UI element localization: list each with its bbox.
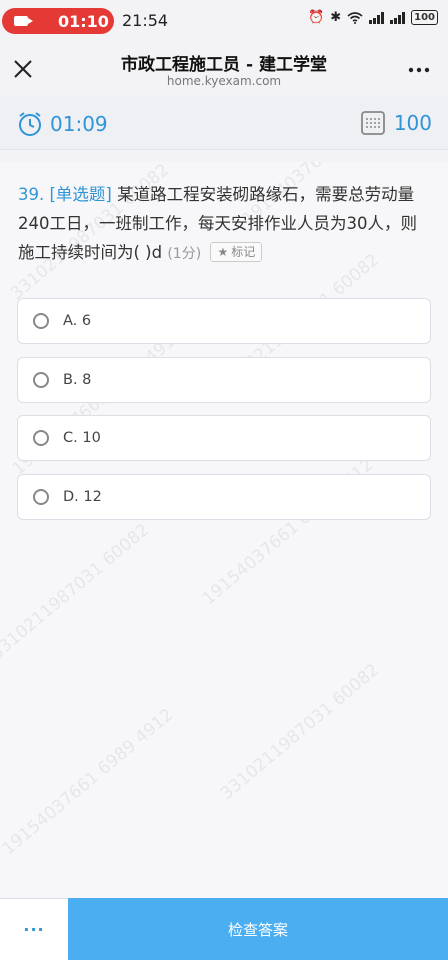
option-a[interactable]: A. 6 [17, 298, 431, 344]
radio-button[interactable] [33, 430, 49, 446]
question-number: 39. [18, 185, 45, 204]
system-clock: 21:54 [122, 11, 169, 30]
watermark: 3310211987031 60082 [216, 660, 384, 804]
watermark: 3310211987031 60082 [0, 520, 154, 664]
alarm-icon: ⏰ [308, 10, 325, 25]
screen-recording-indicator[interactable]: 01:10 [2, 8, 114, 34]
option-b[interactable]: B. 8 [17, 357, 431, 403]
question-stem: 39. [单选题] 某道路工程安装砌路缘石，需要总劳动量240工日，一班制工作，… [18, 180, 432, 269]
total-questions: 100 [393, 111, 432, 135]
option-d[interactable]: D. 12 [17, 474, 431, 520]
recording-time: 01:10 [58, 12, 109, 31]
more-button[interactable]: ··· [0, 898, 68, 960]
mark-label: 标记 [231, 245, 256, 259]
bottom-bar: ··· 检查答案 [0, 898, 448, 960]
question-type: [单选题] [49, 185, 112, 204]
option-label: B. 8 [63, 372, 92, 388]
page-title: 市政工程施工员 - 建工学堂 [121, 55, 327, 75]
system-icons: ⏰ ✱ 100 [308, 10, 438, 25]
timer-value: 01:09 [50, 112, 108, 136]
option-label: A. 6 [63, 313, 92, 329]
mark-button[interactable]: ★ 标记 [210, 242, 263, 262]
exam-timer: 01:09 [16, 110, 108, 138]
check-answer-button[interactable]: 检查答案 [68, 898, 448, 960]
battery-icon: 100 [411, 10, 438, 25]
video-camera-icon [14, 16, 33, 26]
more-options-icon[interactable] [406, 60, 432, 80]
option-c[interactable]: C. 10 [17, 415, 431, 461]
question-points: (1分) [167, 246, 202, 262]
answer-sheet-icon [360, 111, 385, 135]
answer-sheet-button[interactable]: 100 [360, 110, 432, 136]
radio-button[interactable] [33, 313, 49, 329]
option-label: D. 12 [63, 489, 102, 505]
exam-toolbar: 01:09 100 [0, 96, 448, 150]
watermark: 19154037661 6989 4912 [0, 704, 178, 860]
cellular-signal-2-icon [390, 11, 406, 24]
cellular-signal-1-icon [369, 11, 385, 24]
radio-button[interactable] [33, 489, 49, 505]
alarm-clock-icon [19, 112, 41, 136]
radio-button[interactable] [33, 372, 49, 388]
page-url: home.kyexam.com [166, 74, 282, 88]
option-label: C. 10 [63, 430, 101, 446]
wifi-icon [347, 12, 363, 24]
bluetooth-icon: ✱ [330, 10, 342, 25]
status-bar: 01:10 21:54 ⏰ ✱ 100 [0, 0, 448, 42]
question-area: 19154037661 6989 4912 3310211987031 6008… [0, 162, 448, 898]
star-icon: ★ [217, 245, 229, 259]
title-bar: 市政工程施工员 - 建工学堂 home.kyexam.com [0, 42, 448, 96]
